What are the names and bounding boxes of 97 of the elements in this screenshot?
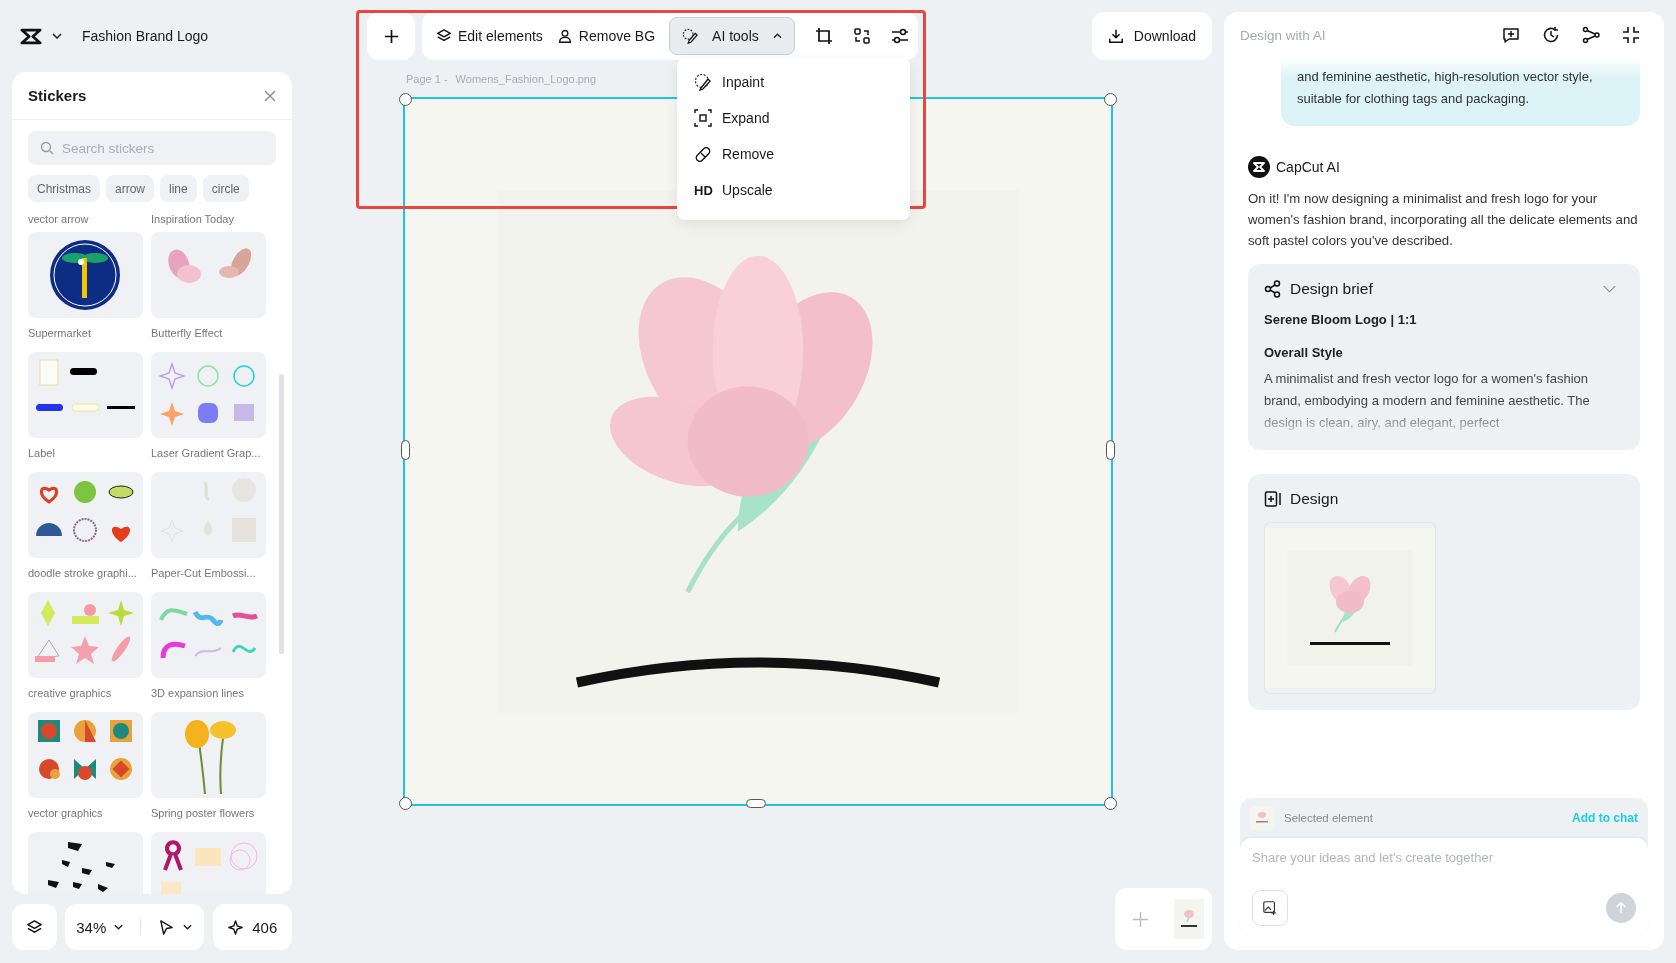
tag-chip[interactable]: circle [202,175,249,202]
design-icon [1264,490,1282,508]
sticker-label: creative graphics [28,687,113,699]
panel-title: Stickers [28,87,87,104]
selected-element-label: Selected element [1284,812,1373,824]
plus-icon [1131,910,1149,928]
sticker-thumbnail[interactable] [28,592,143,678]
sticker-thumbnail[interactable] [28,232,143,318]
download-button[interactable]: Download [1092,12,1212,60]
resize-handle[interactable] [1104,797,1117,810]
arrow-up-icon [1613,900,1629,916]
hd-icon: HD [694,182,712,198]
file-name: Womens_Fashion_Logo.png [455,73,597,85]
section-heading: Overall Style [1264,345,1344,360]
add-button[interactable] [367,12,415,60]
ai-tools-button[interactable]: AI tools [669,17,795,55]
nodes-icon [1264,280,1282,298]
sticker-thumbnail[interactable] [151,592,266,678]
assistant-message: On it! I'm now designing a minimalist and fresh logo for your women's fashion brand, incorporating all the delicate elements and soft pastel colors you've described. [1248,190,1639,250]
resize-handle[interactable] [746,799,766,808]
resize-handle[interactable] [399,797,412,810]
resize-handle[interactable] [399,93,412,106]
close-icon[interactable] [264,89,276,102]
history-icon[interactable] [1542,26,1560,44]
edit-elements-button[interactable]: Edit elements [430,17,549,55]
collapse-icon[interactable] [1622,26,1640,44]
menu-item[interactable]: Expand [677,100,910,136]
sticker-label: Supermarket [28,327,92,339]
menu-item[interactable]: Remove [677,136,910,172]
chevron-down-icon[interactable] [52,33,62,39]
sticker-label: doodle stroke graphi... [28,567,138,579]
assistant-avatar-icon [1248,156,1270,178]
sticker-label: Label [28,447,56,459]
resize-handle[interactable] [401,440,410,460]
resize-handle[interactable] [1104,93,1117,106]
sticker-thumbnail[interactable] [28,472,143,558]
person-icon [556,28,573,44]
sticker-label: vector arrow [28,212,90,226]
sticker-thumbnail[interactable] [151,832,266,894]
chevron-down-icon [183,924,193,930]
chevron-down-icon [114,924,124,930]
sticker-thumbnail[interactable] [151,232,266,318]
message-field[interactable]: Share your ideas and let's create together [1240,838,1648,936]
brush-icon [682,28,699,44]
plus-icon [382,27,400,45]
project-title[interactable]: Fashion Brand Logo [82,28,209,44]
layers-button[interactable] [12,904,57,950]
panel-title: Design with AI [1240,27,1326,43]
user-message: and feminine aesthetic, high-resolution vector style, suitable for clothing tags and packaging. [1281,58,1640,126]
search-field[interactable]: Search stickers [28,131,276,165]
attach-image-button[interactable] [1252,890,1288,926]
sticker-thumbnail[interactable] [151,472,266,558]
bandage-icon [694,145,712,163]
resize-handle[interactable] [1106,440,1115,460]
remove-background-button[interactable]: Remove BG [550,17,662,55]
sticker-thumbnail[interactable] [28,832,143,894]
search-icon [40,141,54,155]
menu-item[interactable]: Inpaint [677,64,910,100]
swap-icon[interactable] [852,27,871,45]
cursor-icon [158,918,176,936]
expand-icon [694,109,712,127]
chevron-up-icon [772,33,782,39]
brush-icon [694,73,712,91]
brief-subtitle: Serene Bloom Logo | 1:1 [1264,312,1418,327]
scrollbar-thumb[interactable] [279,374,284,654]
menu-item[interactable]: HD Upscale [677,172,910,208]
sticker-thumbnail[interactable] [151,352,266,438]
layers-icon [436,28,452,44]
brief-text: A minimalist and fresh vector logo for a women's fashion brand, embodying a modern and feminine aesthetic. The design is clean, airy, and elegant, perfect [1264,370,1591,432]
tag-chip[interactable]: line [160,175,197,202]
crop-icon[interactable] [814,27,833,45]
app-logo-icon[interactable] [20,27,42,45]
sticker-thumbnail[interactable] [151,712,266,798]
layers-icon [25,918,43,936]
sticker-thumbnail[interactable] [28,712,143,798]
page-label: Page 1 - [406,73,448,85]
zoom-dropdown[interactable]: 34% [70,912,130,942]
card-title: Design [1290,490,1339,508]
assistant-name: CapCut AI [1276,159,1340,175]
sticker-thumbnail[interactable] [28,352,143,438]
download-icon [1107,28,1124,44]
sticker-label: Butterfly Effect [151,327,224,339]
sticker-label: Inspiration Today [151,212,235,226]
credits-button[interactable]: 406 [212,904,292,950]
sticker-label: Spring poster flowers [151,807,256,819]
card-title: Design brief [1290,280,1373,298]
tag-chip[interactable]: Christmas [28,175,100,202]
sticker-label: Paper-Cut Embossi... [151,567,257,579]
sticker-label: vector graphics [28,807,104,819]
share-icon[interactable] [1582,26,1600,44]
tag-chip[interactable]: arrow [106,175,155,202]
new-chat-icon[interactable] [1502,26,1520,44]
sticker-label: Laser Gradient Grap... [151,447,262,459]
sticker-label: 3D expansion lines [151,687,245,699]
sparkle-icon [227,918,245,936]
adjustments-icon[interactable] [890,27,909,45]
image-add-icon [1262,900,1278,916]
